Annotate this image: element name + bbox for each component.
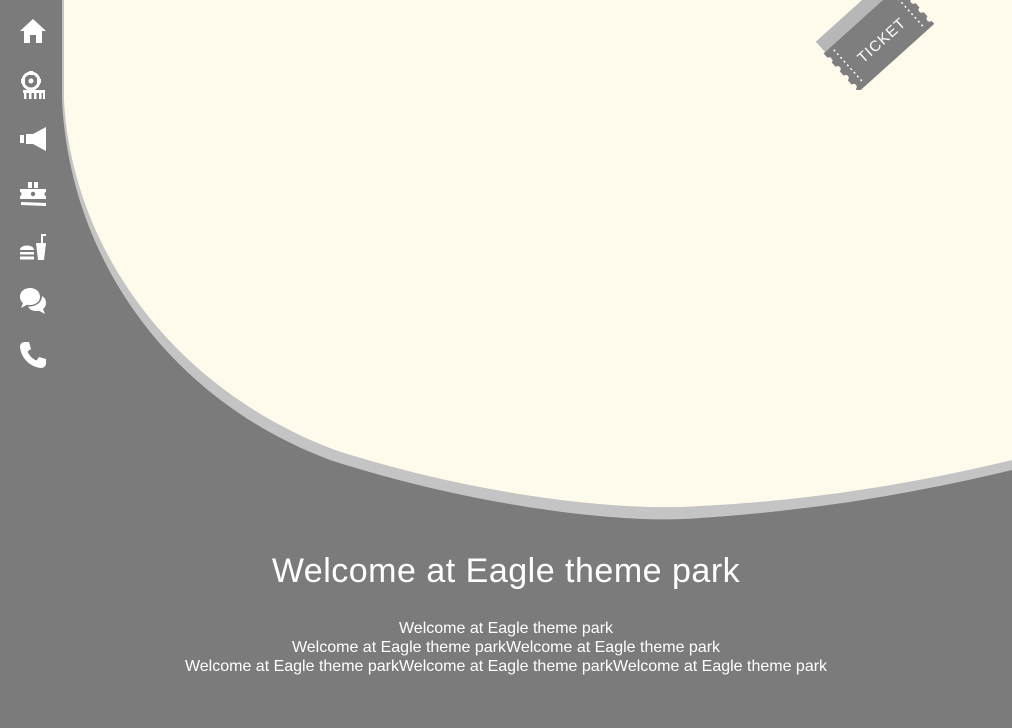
welcome-title: Welcome at Eagle theme park [271, 552, 741, 590]
tickets-icon [20, 182, 46, 206]
welcome-text: Welcome at Eagle theme park Welcome at E… [0, 619, 1012, 676]
nav-news[interactable] [14, 120, 52, 158]
nav-attractions[interactable] [14, 66, 52, 104]
nav-food[interactable] [14, 228, 52, 266]
ferris-wheel-icon [21, 71, 45, 99]
chat-icon [20, 288, 46, 314]
page: TICKET Welcome at Eagle theme park Welco… [0, 0, 1012, 728]
nav-chat[interactable] [14, 282, 52, 320]
nav-home[interactable] [14, 12, 52, 50]
nav-contact[interactable] [14, 336, 52, 374]
food-drink-icon [20, 234, 46, 260]
welcome-line: Welcome at Eagle theme parkWelcome at Ea… [291, 639, 721, 656]
welcome-line: Welcome at Eagle theme parkWelcome at Ea… [184, 658, 828, 675]
welcome-line: Welcome at Eagle theme park [398, 620, 614, 637]
home-icon [20, 19, 46, 43]
megaphone-icon [20, 127, 46, 151]
phone-icon [20, 342, 46, 368]
nav-tickets[interactable] [14, 174, 52, 212]
ticket-badge[interactable]: TICKET [812, 0, 942, 90]
